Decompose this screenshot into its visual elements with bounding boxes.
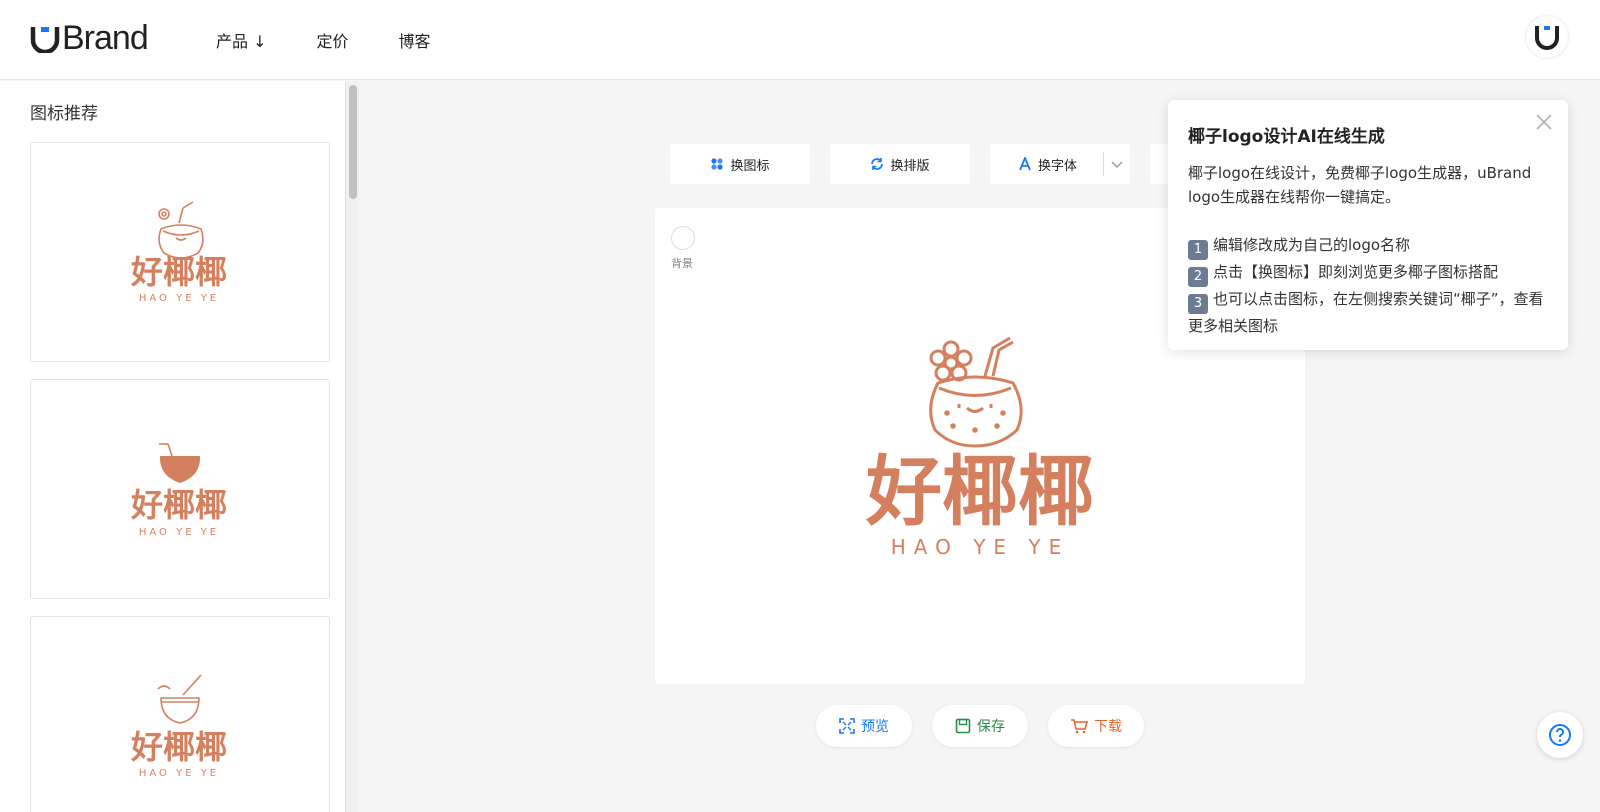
save-button[interactable]: 保存	[932, 705, 1028, 747]
change-icon-label: 换图标	[730, 158, 770, 174]
chevron-down-icon[interactable]	[1111, 158, 1123, 170]
expand-icon	[839, 718, 855, 734]
step-number-badge: 3	[1188, 294, 1208, 314]
main-nav: 产品 ↓ 定价 博客	[216, 28, 431, 52]
refresh-icon	[871, 158, 884, 170]
help-question-icon	[1549, 724, 1571, 746]
nav-blog[interactable]: 博客	[399, 28, 431, 52]
nav-pricing[interactable]: 定价	[317, 28, 349, 52]
popup-body: 椰子logo在线设计，免费椰子logo生成器，uBrand logo生成器在线帮…	[1188, 161, 1548, 338]
change-icon-button[interactable]: 换图标	[670, 144, 810, 184]
cart-icon	[1071, 719, 1088, 734]
ubrand-avatar-icon	[1535, 26, 1559, 50]
popup-intro: 椰子logo在线设计，免费椰子logo生成器，uBrand logo生成器在线帮…	[1188, 164, 1532, 206]
coconut-solid-icon	[159, 443, 201, 483]
preview-label: 预览	[861, 719, 889, 735]
step-text: 也可以点击图标，在左侧搜索关键词“椰子”，查看更多相关图标	[1188, 290, 1544, 335]
nav-products[interactable]: 产品 ↓	[216, 28, 267, 52]
sidebar-scroll-thumb[interactable]	[349, 85, 357, 199]
info-popup: 椰子logo设计AI在线生成 椰子logo在线设计，免费椰子logo生成器，uB…	[1168, 100, 1568, 350]
close-icon[interactable]	[1534, 112, 1554, 132]
card-logo-cn: 好椰椰	[130, 253, 227, 291]
sidebar-title: 图标推荐	[30, 104, 98, 124]
icon-recommend-sidebar: 图标推荐 好椰椰 HAO YE YE 好椰椰 HAO YE YE 好椰椰 HAO…	[0, 81, 345, 812]
step-number-badge: 2	[1188, 267, 1208, 287]
card-logo-en: HAO YE YE	[139, 293, 219, 304]
download-button[interactable]: 下载	[1048, 705, 1144, 747]
toolbar-divider	[1103, 152, 1104, 176]
card-logo-en: HAO YE YE	[139, 768, 219, 779]
canvas-logo-en[interactable]: HAO YE YE	[891, 535, 1070, 559]
logo-card-3[interactable]: 好椰椰 HAO YE YE	[30, 616, 330, 812]
brand-logo[interactable]: Brand	[30, 18, 149, 58]
change-layout-button[interactable]: 换排版	[830, 144, 970, 184]
card-logo-cn: 好椰椰	[130, 728, 227, 766]
coconut-cup-icon	[157, 674, 202, 724]
canvas-logo-cn[interactable]: 好椰椰	[865, 447, 1094, 536]
preview-button[interactable]: 预览	[816, 705, 912, 747]
coconut-flower-icon	[929, 336, 1023, 448]
change-font-label: 换字体	[1038, 158, 1078, 174]
download-label: 下载	[1094, 719, 1122, 735]
sidebar-scrollbar[interactable]	[345, 81, 359, 812]
popup-step-1: 1 编辑修改成为自己的logo名称	[1188, 233, 1548, 260]
card-logo-cn: 好椰椰	[130, 486, 227, 524]
font-a-icon	[1019, 157, 1031, 171]
save-disk-icon	[955, 718, 971, 734]
change-layout-label: 换排版	[890, 158, 930, 174]
popup-step-2: 2 点击【换图标】即刻浏览更多椰子图标搭配	[1188, 260, 1548, 287]
logo-card-1[interactable]: 好椰椰 HAO YE YE	[30, 142, 330, 362]
step-text: 编辑修改成为自己的logo名称	[1213, 236, 1411, 254]
save-label: 保存	[977, 719, 1005, 735]
coconut-flower-icon	[158, 201, 204, 259]
top-header: Brand 产品 ↓ 定价 博客	[0, 0, 1600, 80]
step-text: 点击【换图标】即刻浏览更多椰子图标搭配	[1213, 263, 1499, 281]
card-logo-en: HAO YE YE	[139, 527, 219, 538]
user-avatar[interactable]	[1526, 16, 1568, 58]
popup-step-3: 3 也可以点击图标，在左侧搜索关键词“椰子”，查看更多相关图标	[1188, 287, 1548, 338]
logo-card-2[interactable]: 好椰椰 HAO YE YE	[30, 379, 330, 599]
help-button[interactable]	[1537, 712, 1583, 758]
popup-title: 椰子logo设计AI在线生成	[1188, 127, 1385, 147]
step-number-badge: 1	[1188, 240, 1208, 260]
brand-name: Brand	[62, 18, 149, 57]
change-font-button[interactable]: 换字体	[990, 144, 1130, 184]
ubrand-u-icon	[30, 27, 60, 53]
grid-dots-icon	[711, 158, 724, 170]
